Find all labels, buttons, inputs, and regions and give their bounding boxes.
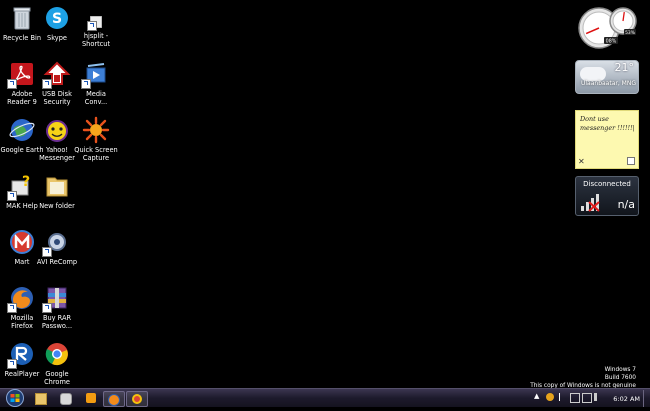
shortcut-arrow-icon xyxy=(7,191,17,201)
cloud-icon xyxy=(580,67,606,81)
tray-expand-icon[interactable]: ▲ xyxy=(534,392,542,400)
desktop-icon-label: New folder xyxy=(39,202,75,210)
realplayer-icon xyxy=(7,340,36,369)
media-player-icon xyxy=(86,393,96,403)
chrome-icon xyxy=(132,394,142,404)
taskbar-firefox-button[interactable] xyxy=(103,391,125,407)
desktop-icon-google-chrome[interactable]: Google Chrome xyxy=(35,340,79,386)
desktop-icon-label: Skype xyxy=(47,34,67,42)
desktop-icon-media-converter[interactable]: Media Conv... xyxy=(74,60,118,106)
weather-location: Ulaanbaatar, MNG xyxy=(580,80,636,87)
mak-help-icon: ? xyxy=(7,172,36,201)
weather-gadget[interactable]: 21° Ulaanbaatar, MNG xyxy=(575,60,639,94)
mart-icon xyxy=(8,228,36,256)
taskbar-explorer-button[interactable] xyxy=(31,391,51,405)
cpu-value: 08% xyxy=(606,39,617,45)
svg-text:?: ? xyxy=(22,174,30,190)
desktop-icon-quick-screen-capture[interactable]: Quick Screen Capture xyxy=(74,116,118,162)
buy-rar-icon xyxy=(42,284,71,313)
taskbar-clock[interactable]: 6:02 AM xyxy=(613,395,640,403)
desktop-icon-label: Google Chrome xyxy=(44,370,70,386)
shortcut-arrow-icon xyxy=(87,21,97,31)
taskbar: ▲ 6:02 AM xyxy=(0,388,650,407)
desktop-icon-label: Buy RAR Passwo... xyxy=(41,314,73,330)
cpu-meter-gadget[interactable]: 08% 53% xyxy=(575,4,637,50)
add-note-icon[interactable] xyxy=(627,157,635,165)
watermark-build: Build 7600 xyxy=(604,375,636,381)
sticky-note-text[interactable]: Dont use messenger !!!!!!| xyxy=(580,115,635,133)
google-earth-icon xyxy=(8,116,36,144)
desktop-icon-label: Quick Screen Capture xyxy=(74,146,118,162)
system-tray: ▲ 6:02 AM xyxy=(526,390,650,407)
tray-app-icon[interactable] xyxy=(546,393,554,401)
action-center-flag-icon[interactable] xyxy=(559,393,568,401)
desktop-icon-hjsplit[interactable]: hjsplit - Shortcut xyxy=(74,14,118,48)
firefox-icon xyxy=(7,284,36,313)
folder-icon xyxy=(43,172,71,200)
shortcut-arrow-icon xyxy=(81,79,91,89)
network-value: n/a xyxy=(617,198,635,211)
desktop-icon-usb-disk-security[interactable]: USB Disk Security xyxy=(35,60,79,106)
shortcut-arrow-icon xyxy=(7,303,17,313)
usb-disk-security-icon xyxy=(42,60,71,89)
desktop: Recycle Bin Adobe Reader 9 Google Earth … xyxy=(0,0,650,388)
volume-icon[interactable] xyxy=(594,393,605,401)
desktop-icon-label: USB Disk Security xyxy=(42,90,72,106)
network-tray-icon[interactable] xyxy=(582,393,592,403)
desktop-icon-skype[interactable]: S Skype xyxy=(35,4,79,42)
hjsplit-icon xyxy=(87,14,104,31)
yahoo-messenger-icon xyxy=(43,116,71,144)
avi-recomp-icon xyxy=(42,228,71,257)
close-icon[interactable]: ✕ xyxy=(578,157,585,166)
windows-watermark: Windows 7 Build 7600 This copy of Window… xyxy=(530,366,636,390)
shortcut-arrow-icon xyxy=(42,79,52,89)
chrome-icon xyxy=(43,340,71,368)
show-desktop-button[interactable] xyxy=(643,390,650,407)
desktop-icon-avi-recomp[interactable]: AVI ReComp xyxy=(35,228,79,266)
weather-temperature: 21° xyxy=(614,61,635,74)
network-meter-gadget[interactable]: Disconnected n/a xyxy=(575,176,639,216)
desktop-icon-yahoo-messenger[interactable]: Yahoo! Messenger xyxy=(35,116,79,162)
desktop-icon-new-folder[interactable]: New folder xyxy=(35,172,79,210)
paint-icon xyxy=(60,393,72,405)
shortcut-arrow-icon xyxy=(42,247,52,257)
adobe-reader-icon xyxy=(7,60,36,89)
shortcut-arrow-icon xyxy=(7,79,17,89)
taskbar-media-player-button[interactable] xyxy=(81,391,101,405)
sticky-note-gadget[interactable]: Dont use messenger !!!!!!| ✕ xyxy=(575,110,639,169)
shortcut-arrow-icon xyxy=(7,359,17,369)
network-status: Disconnected xyxy=(583,180,631,188)
tray-monitor-icon[interactable] xyxy=(570,393,580,403)
skype-icon: S xyxy=(43,4,71,32)
media-converter-icon xyxy=(81,60,110,89)
taskbar-paint-button[interactable] xyxy=(56,391,76,405)
taskbar-chrome-button[interactable] xyxy=(126,391,148,407)
watermark-os: Windows 7 xyxy=(604,367,636,373)
explorer-icon xyxy=(35,393,47,405)
desktop-icon-buy-rar[interactable]: Buy RAR Passwo... xyxy=(35,284,79,330)
shortcut-arrow-icon xyxy=(42,303,52,313)
desktop-icon-label: hjsplit - Shortcut xyxy=(81,32,111,48)
desktop-icon-label: Media Conv... xyxy=(84,90,108,106)
quick-screen-capture-icon xyxy=(82,116,110,144)
recycle-bin-icon xyxy=(8,4,36,32)
windows-orb-icon xyxy=(6,389,24,407)
signal-bars-icon xyxy=(581,194,600,212)
desktop-icon-label: AVI ReComp xyxy=(36,258,78,266)
desktop-icon-label: Yahoo! Messenger xyxy=(39,146,75,162)
firefox-icon xyxy=(108,394,120,406)
start-button[interactable] xyxy=(3,389,27,407)
memory-value: 53% xyxy=(625,30,635,36)
svg-text:S: S xyxy=(52,11,62,27)
